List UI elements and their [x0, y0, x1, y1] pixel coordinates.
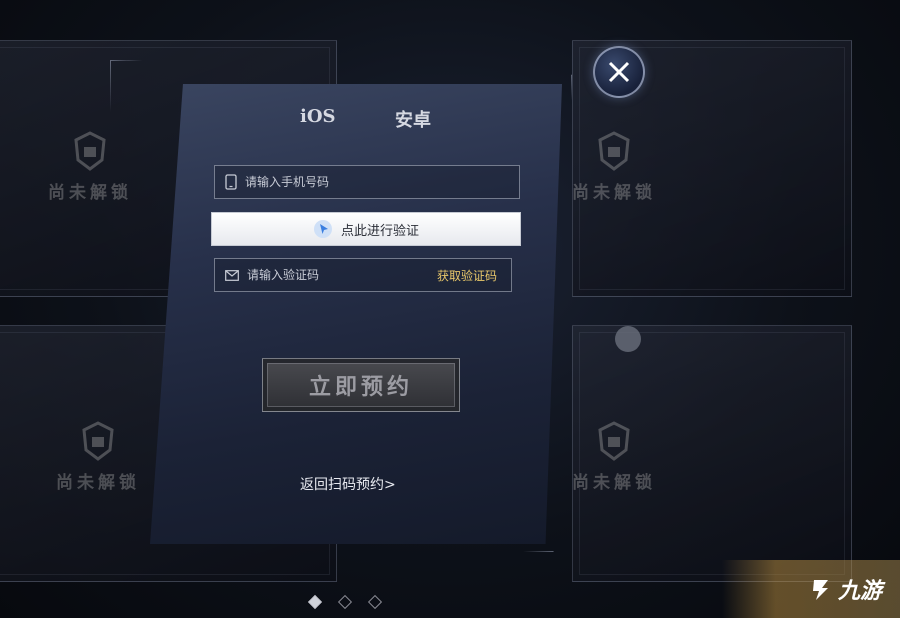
carousel-dot[interactable]: [337, 594, 353, 610]
carousel-dot[interactable]: [307, 594, 323, 610]
lock-shield-icon: [598, 421, 630, 461]
cursor-verify-icon: [313, 220, 332, 238]
carousel-dot[interactable]: [367, 594, 383, 610]
reserve-button[interactable]: 立即预约: [262, 358, 460, 412]
lock-shield-icon: [598, 131, 630, 171]
close-icon: [608, 61, 630, 83]
locked-card-2: 尚未解锁: [572, 130, 656, 203]
phone-icon: [225, 174, 237, 190]
tab-ios[interactable]: iOS: [300, 106, 336, 127]
mail-icon: [225, 269, 239, 281]
locked-label: 尚未解锁: [572, 183, 656, 203]
lock-shield-icon: [74, 131, 106, 171]
locked-card-4: 尚未解锁: [572, 420, 656, 493]
return-scan-link[interactable]: 返回扫码预约>: [300, 474, 396, 494]
lock-shield-icon: [82, 421, 114, 461]
locked-label: 尚未解锁: [572, 473, 656, 493]
tab-android[interactable]: 安卓: [395, 106, 431, 132]
watermark: 九游: [722, 560, 900, 618]
close-button[interactable]: [593, 46, 645, 98]
verify-button[interactable]: 点此进行验证: [211, 212, 521, 246]
phone-input[interactable]: [243, 174, 427, 190]
watermark-logo-icon: [812, 580, 828, 600]
phone-field: [214, 165, 520, 199]
reserve-button-label: 立即预约: [308, 374, 413, 400]
verify-button-label: 点此进行验证: [340, 223, 419, 239]
code-input[interactable]: [245, 267, 429, 283]
watermark-text: 九游: [837, 579, 882, 604]
decorative-circle: [615, 326, 641, 352]
get-code-button[interactable]: 获取验证码: [437, 267, 497, 284]
code-field: 获取验证码: [214, 258, 512, 292]
carousel-dots: [307, 594, 383, 610]
